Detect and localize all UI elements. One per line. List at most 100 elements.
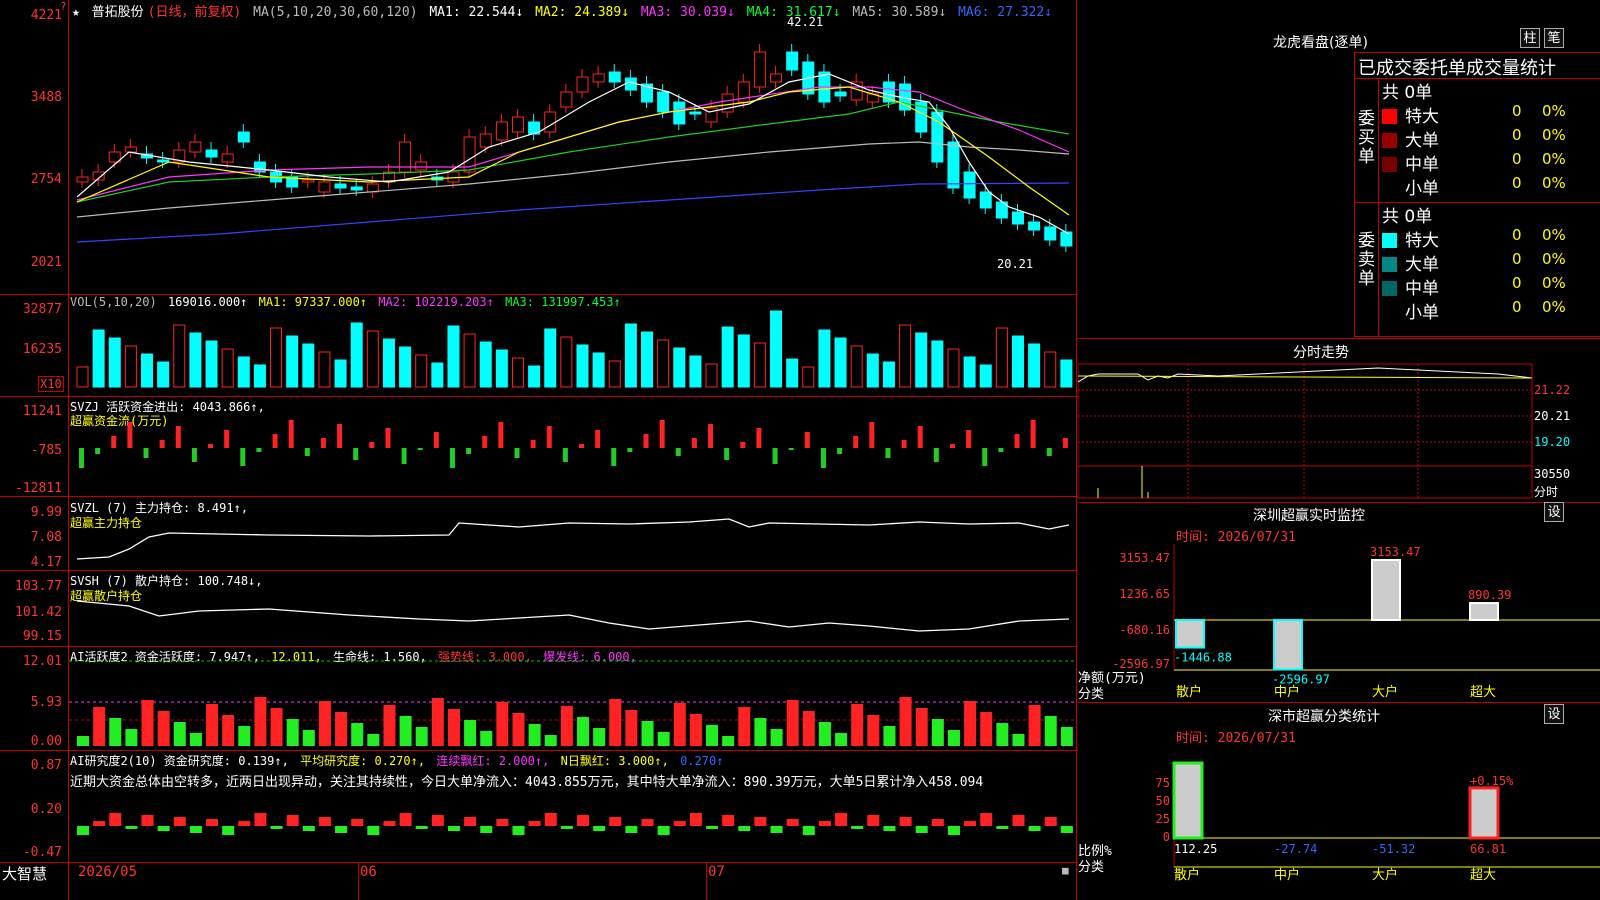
flow-bar [643,434,649,448]
flow-bar [546,426,552,448]
volume-bar [947,348,960,388]
research-bar [222,826,235,835]
sell-row-count: 0 [1512,274,1522,292]
price-axis-0: 4221 [30,8,62,23]
candle [673,101,686,125]
activity-bar [689,714,702,746]
candle [318,181,331,193]
research-bar [238,821,251,826]
svzl-axis-2: 4.17 [30,555,62,570]
monitor-bar [1371,559,1401,621]
activity-bar [770,729,783,746]
flow-bar [659,420,665,448]
flow-bar [1014,434,1020,448]
activity-bar [899,697,912,746]
research-bar [254,813,267,826]
activity-bar [706,725,719,746]
buy-row-count: 0 [1512,126,1522,144]
intraday-chart[interactable] [1078,362,1600,500]
volume-bar [173,324,186,388]
research-bar [302,826,315,831]
monitor-settings-button[interactable]: 设 [1544,502,1564,522]
flow-bar [208,444,214,448]
flow-bar [79,448,84,468]
class-bar [1172,761,1204,840]
flow-bar [917,426,923,448]
volume-bar [705,363,718,388]
research-bar [189,826,202,833]
volume-bar [866,353,879,388]
volume-bar [270,327,283,388]
brand-label: 大智慧 [2,865,48,883]
volume-bar [882,361,895,388]
research-bar [609,817,622,826]
svzj-axis-1: -785 [30,443,62,458]
activity-bar [399,716,412,746]
sell-total: 共 0单 [1382,207,1433,227]
svsh-axis-1: 101.42 [15,605,62,620]
class-value-label: 66.81 [1470,842,1506,856]
research-bar [286,815,299,826]
flow-bar [449,448,455,468]
volume-bar [608,360,621,388]
volume-bar [253,364,266,388]
activity-bar [238,726,251,746]
volume-bar [415,354,428,388]
research-bar [367,826,380,835]
candle [544,111,557,133]
flow-bar [611,448,617,466]
candlestick-chart[interactable]: 42.21 20.21 [69,12,1075,294]
flow-bar [627,448,633,452]
candle [495,121,508,141]
fund-flow-chart [79,420,1068,468]
tick-view-button[interactable]: 笔 [1544,28,1564,48]
candle [576,76,589,93]
flow-bar [514,448,520,458]
buy-row-percent: 0% [1542,102,1566,120]
research-bar [1012,815,1025,826]
volume-bar [1044,351,1057,388]
sell-row-percent: 0% [1542,298,1566,316]
sell-color-swatch [1382,233,1397,248]
flow-bar [95,448,101,454]
high-price-label: 42.21 [787,15,823,29]
volume-bar [899,324,912,388]
flow-bar [562,448,568,462]
lock-icon[interactable]: ■ [1062,864,1069,877]
activity-bar [189,733,202,746]
research-bar [625,826,638,833]
column-view-button[interactable]: 柱 [1520,28,1540,48]
volume-bar [802,366,815,388]
class-settings-button[interactable]: 设 [1544,704,1564,724]
research-bar [480,826,493,833]
candle [1028,221,1041,231]
date-axis-0: 2026/05 [78,864,138,880]
intraday-axis-1: 20.21 [1534,409,1571,423]
sell-row-percent: 0% [1542,274,1566,292]
research-bar [770,826,783,833]
activity-bar [335,712,348,746]
research-bar [109,813,122,826]
intraday-unit: 分时 [1534,485,1559,499]
research-bar [835,813,848,826]
flow-bar [675,448,681,456]
monitor-title: 深圳超赢实时监控 [1253,508,1365,524]
ma6-line [76,182,1070,243]
activity-bar [125,729,138,746]
ai2-axis-0: 0.87 [30,758,62,773]
candle [76,176,89,183]
sell-row-count: 0 [1512,298,1522,316]
flow-bar [837,448,843,454]
buy-row-label: 中单 [1405,155,1439,175]
class-title: 深市超赢分类统计 [1268,709,1380,725]
class-bar-chart: 75 50 25 0 112.25 散户 -27.74 中户 -51.32 大户 66.81 超大 +… [1156,761,1600,883]
class-axis-label: 25 [1156,812,1170,826]
buy-row-label: 特大 [1405,107,1439,127]
flow-bar [482,436,488,448]
buy-row: 小单 0 0% [1382,174,1600,199]
candle [689,111,702,115]
volume-chart [76,310,1073,388]
main-chart-area[interactable]: ★ 普拓股份 (日线，前复权) MA(5,10,20,30,60,120) MA1… [0,0,1078,900]
candle [786,51,799,71]
research-bar [577,815,589,826]
